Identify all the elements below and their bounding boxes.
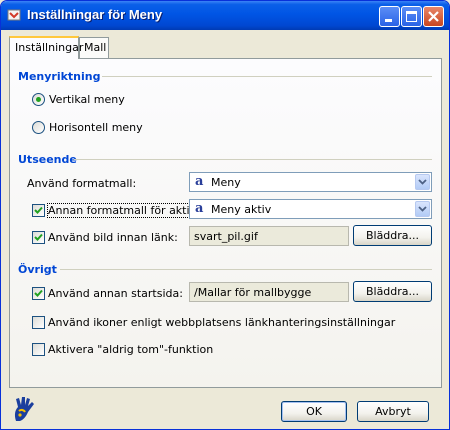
stylesheet-select[interactable]: a Meny [189,172,432,192]
never-empty-checkbox[interactable] [32,343,45,356]
vertical-radio-label[interactable]: Vertikal meny [49,93,125,106]
window-title: Inställningar för Meny [27,7,163,22]
check-mark-icon [34,206,43,214]
close-icon [428,11,439,22]
stylesheet-select-value: Meny [211,176,241,189]
startpage-checkbox[interactable] [32,287,45,300]
hand-logo-icon [14,397,34,421]
stylesheet-ai-icon: a [195,201,204,216]
settings-panel: Menyriktning Vertikal meny Horisontell m… [9,58,442,388]
radio-selected-dot [36,97,41,102]
browse-startpage-button[interactable]: Bläddra... [353,281,432,302]
icons-label[interactable]: Använd ikoner enligt webbplatsens länkha… [48,316,395,329]
stylesheet-label: Använd formatmall: [27,177,137,190]
app-icon [7,9,21,21]
never-empty-label[interactable]: Aktivera "aldrig tom"-funktion [48,343,213,356]
minimize-icon [385,19,392,22]
active-style-select-value: Meny aktiv [211,203,272,216]
title-bar[interactable]: Inställningar för Meny [1,1,449,30]
dropdown-arrow-button[interactable] [415,174,430,190]
ok-button[interactable]: OK [281,401,347,422]
close-button[interactable] [423,6,444,27]
maximize-icon [406,11,417,22]
divider [102,76,432,77]
minimize-button[interactable] [379,6,400,27]
cancel-button[interactable]: Avbryt [357,401,429,422]
vertical-radio[interactable] [32,93,45,106]
startpage-field[interactable]: /Mallar för mallbygge [189,282,349,302]
active-style-checkbox[interactable] [32,204,45,217]
check-mark-icon [34,289,43,297]
check-mark-icon [34,233,43,241]
dropdown-arrow-button[interactable] [415,201,430,217]
tab-label: Inställningar [15,41,84,54]
browse-image-button[interactable]: Bläddra... [353,225,432,246]
group-heading-direction: Menyriktning [18,70,101,83]
divider [74,159,432,160]
chevron-down-icon [418,179,427,185]
icons-checkbox[interactable] [32,316,45,329]
group-heading-other: Övrigt [18,263,57,276]
maximize-button[interactable] [401,6,422,27]
dialog-window: Inställningar för Meny Inställningar Mal… [0,0,450,430]
image-label[interactable]: Använd bild innan länk: [48,231,178,244]
tab-label: Mall [84,41,107,54]
horizontal-radio-label[interactable]: Horisontell meny [49,121,143,134]
active-style-label[interactable]: Annan formatmall för aktiv: [46,203,201,218]
horizontal-radio[interactable] [32,121,45,134]
group-heading-appearance: Utseende [18,153,77,166]
tab-installningar[interactable]: Inställningar [9,36,83,59]
image-field[interactable]: svart_pil.gif [189,226,349,246]
startpage-label[interactable]: Använd annan startsida: [48,287,183,300]
active-style-select[interactable]: a Meny aktiv [189,199,432,219]
divider [60,269,432,270]
stylesheet-ai-icon: a [195,174,204,189]
tab-mall[interactable]: Mall [79,37,109,58]
image-checkbox[interactable] [32,231,45,244]
chevron-down-icon [418,206,427,212]
